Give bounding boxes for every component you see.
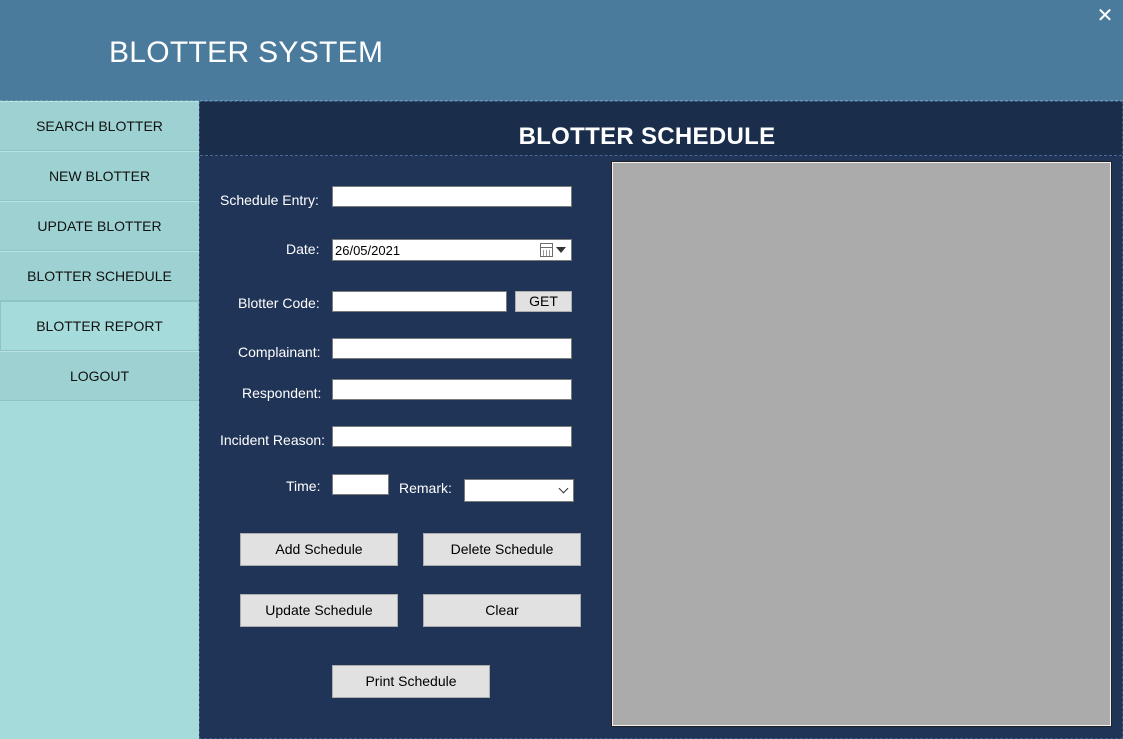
date-picker[interactable]: 26/05/2021 [332,239,572,261]
incident-reason-input[interactable] [332,426,572,447]
sidebar-item-blotter-report[interactable]: BLOTTER REPORT [0,301,199,351]
complainant-input[interactable] [332,338,572,359]
blotter-code-input[interactable] [332,291,507,312]
date-value: 26/05/2021 [335,243,401,258]
incident-reason-label: Incident Reason: [220,432,326,448]
respondent-input[interactable] [332,379,572,400]
print-schedule-button[interactable]: Print Schedule [332,665,490,698]
sidebar-item-update-blotter[interactable]: UPDATE BLOTTER [0,201,199,251]
time-input[interactable] [332,474,389,495]
remark-select[interactable] [464,479,574,502]
calendar-icon[interactable] [540,243,553,257]
get-button[interactable]: GET [515,291,572,312]
sidebar-item-new-blotter[interactable]: NEW BLOTTER [0,151,199,201]
page-title: BLOTTER SCHEDULE [518,123,776,150]
sidebar: SEARCH BLOTTER NEW BLOTTER UPDATE BLOTTE… [0,101,199,739]
schedule-entry-label: Schedule Entry: [220,192,319,208]
remark-label: Remark: [399,480,452,496]
time-label: Time: [286,478,321,494]
chevron-down-icon[interactable] [556,247,566,253]
header-band: BLOTTER SCHEDULE [200,102,1122,156]
delete-schedule-button[interactable]: Delete Schedule [423,533,581,566]
main-panel: BLOTTER SCHEDULE Schedule Entry: Date: 2… [199,101,1123,739]
blotter-code-label: Blotter Code: [238,295,320,311]
respondent-label: Respondent: [242,385,322,401]
schedule-data-grid[interactable] [611,161,1112,727]
sidebar-item-logout[interactable]: LOGOUT [0,351,199,401]
complainant-label: Complainant: [238,344,321,360]
close-icon[interactable]: ✕ [1094,4,1116,28]
date-label: Date: [286,241,320,257]
sidebar-item-blotter-schedule[interactable]: BLOTTER SCHEDULE [0,251,199,301]
chevron-down-icon [558,483,569,494]
sidebar-item-search-blotter[interactable]: SEARCH BLOTTER [0,101,199,151]
title-bar: BLOTTER SYSTEM ✕ [0,0,1123,101]
app-title: BLOTTER SYSTEM [109,36,384,69]
add-schedule-button[interactable]: Add Schedule [240,533,398,566]
clear-button[interactable]: Clear [423,594,581,627]
update-schedule-button[interactable]: Update Schedule [240,594,398,627]
schedule-entry-input[interactable] [332,186,572,207]
